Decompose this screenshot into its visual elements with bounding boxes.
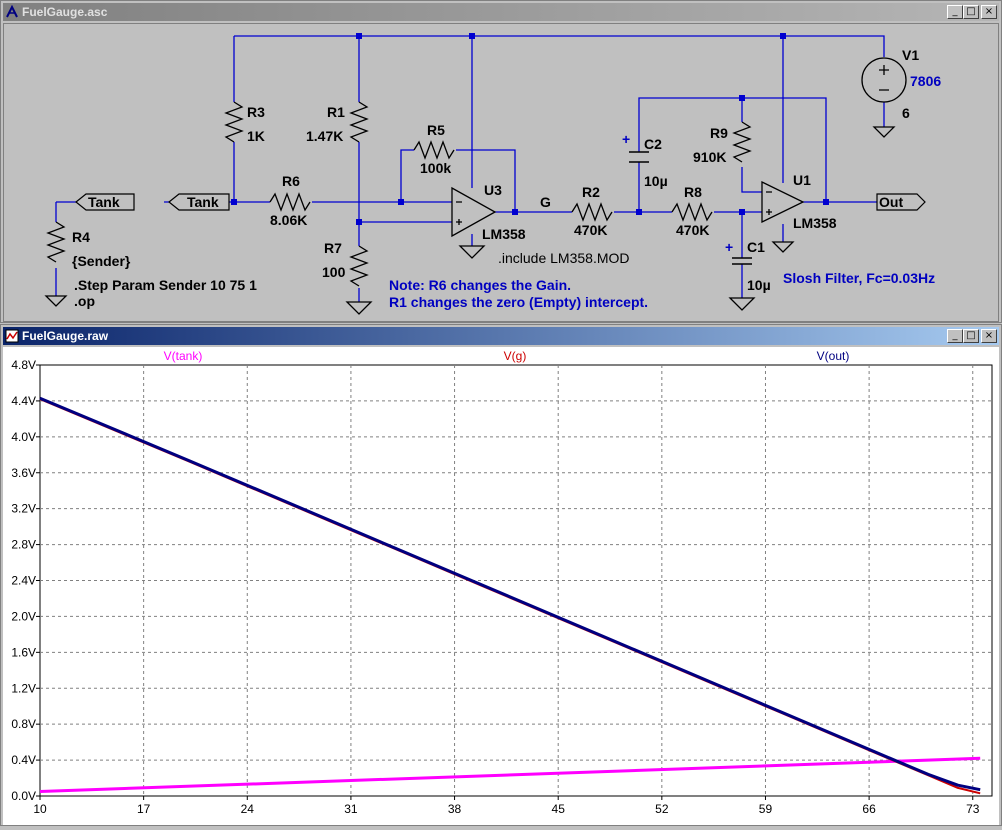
r9-name: R9 [710,125,728,141]
u1-name: U1 [793,172,811,188]
r4-name: R4 [72,229,90,245]
r5-value: 100k [420,160,451,176]
r2-value: 470K [574,222,607,238]
x-tick-label: 59 [759,802,773,816]
legend-vtank: V(tank) [164,349,203,363]
r8-symbol [671,202,713,222]
op-directive: .op [74,293,95,309]
y-tick-label: 2.0V [11,609,36,623]
schematic-resistors [46,101,752,287]
r4-value: {Sender} [72,253,131,269]
y-tick-label: 0.0V [11,789,36,803]
r8-value: 470K [676,222,709,238]
r3-name: R3 [247,104,265,120]
step-directive: .Step Param Sender 10 75 1 [74,277,257,293]
x-tick-label: 10 [33,802,47,816]
schematic-title: FuelGauge.asc [22,5,108,19]
u3-value: LM358 [482,226,526,242]
slosh-note: Slosh Filter, Fc=0.03Hz [783,270,935,286]
x-tick-label: 73 [966,802,980,816]
r7-value: 100 [322,264,346,280]
r9-value: 910K [693,149,726,165]
x-tick-label: 17 [137,802,151,816]
u1-value: LM358 [793,215,837,231]
schematic-maximize-button[interactable]: □ [963,5,979,19]
y-tick-label: 4.8V [11,358,36,372]
v1-symbol [861,57,907,103]
y-tick-label: 0.4V [11,753,36,767]
r8-name: R8 [684,184,702,200]
x-tick-label: 52 [655,802,669,816]
c2-plus: + [622,131,630,147]
plot-close-button[interactable]: × [981,329,997,343]
legend-vg: V(g) [504,349,527,363]
plot-titlebar[interactable]: FuelGauge.raw _ □ × [3,327,999,345]
schematic-app-icon[interactable] [5,5,19,19]
waveform-plot[interactable]: 0.0V 0.4V 0.8V 1.2V 1.6V 2.0V 2.4V 2.8V 3.2V 3.6V… [3,347,999,825]
plot-maximize-button[interactable]: □ [963,329,979,343]
y-tick-label: 3.6V [11,466,36,480]
x-tick-label: 45 [552,802,566,816]
x-tick-label: 38 [448,802,462,816]
schematic-titlebar[interactable]: FuelGauge.asc _ □ × [3,3,999,21]
schematic-comments: Note: R6 changes the Gain. R1 changes th… [389,270,935,310]
schematic-wires [55,35,885,302]
y-tick-label: 3.2V [11,502,36,516]
r5-name: R5 [427,122,445,138]
r1-symbol [349,101,369,143]
r7-symbol [349,245,369,287]
y-tick-label: 2.8V [11,538,36,552]
schematic-canvas[interactable]: R3 1K R1 1.47K R5 100k R6 8.06K R7 100 R… [3,23,999,322]
y-tick-label: 4.0V [11,430,36,444]
v1-param: 6 [902,105,910,121]
r4-symbol [46,221,66,263]
schematic-close-button[interactable]: × [981,5,997,19]
r1-name: R1 [327,104,345,120]
tank-flag-left: Tank [88,194,120,210]
schematic-drawing[interactable]: R3 1K R1 1.47K R5 100k R6 8.06K R7 100 R… [4,24,1000,323]
r6-symbol [269,192,311,212]
plot-window[interactable]: FuelGauge.raw _ □ × 0.0V 0.4V 0.8V 1.2V 1.6V… [0,324,1002,826]
r1-value: 1.47K [306,128,343,144]
c1-name: C1 [747,239,765,255]
net-g-label: G [540,194,551,210]
include-directive: .include LM358.MOD [498,250,630,266]
x-tick-label: 31 [344,802,358,816]
r9-symbol [732,121,752,163]
note-line1: Note: R6 changes the Gain. [389,277,571,293]
plot-minimize-button[interactable]: _ [947,329,963,343]
x-tick-label: 24 [241,802,255,816]
y-tick-label: 1.6V [11,645,36,659]
out-flag: Out [879,194,903,210]
tank-flag-mid: Tank [187,194,219,210]
plot-title: FuelGauge.raw [22,329,109,343]
schematic-window[interactable]: FuelGauge.asc _ □ × R3 1K R1 1.47K R5 10… [0,0,1002,323]
plot-canvas[interactable]: 0.0V 0.4V 0.8V 1.2V 1.6V 2.0V 2.4V 2.8V 3.2V 3.6V… [3,347,999,825]
y-tick-label: 1.2V [11,681,36,695]
c2-name: C2 [644,136,662,152]
y-tick-label: 4.4V [11,394,36,408]
note-line2: R1 changes the zero (Empty) intercept. [389,294,648,310]
y-tick-label: 2.4V [11,574,36,588]
c2-value: 10µ [644,173,668,189]
schematic-minimize-button[interactable]: _ [947,5,963,19]
r3-symbol [224,101,244,143]
r5-symbol [413,140,455,160]
x-tick-label: 66 [862,802,876,816]
v1-name: V1 [902,47,919,63]
u3-name: U3 [484,182,502,198]
c1-plus: + [725,239,733,255]
r6-value: 8.06K [270,212,307,228]
plot-app-icon[interactable] [5,329,19,343]
y-tick-label: 0.8V [11,717,36,731]
c1-value: 10µ [747,277,771,293]
legend-vout: V(out) [817,349,850,363]
r6-name: R6 [282,173,300,189]
r7-name: R7 [324,240,342,256]
r2-symbol [571,202,613,222]
v1-value: 7806 [910,73,941,89]
r2-name: R2 [582,184,600,200]
r3-value: 1K [247,128,265,144]
